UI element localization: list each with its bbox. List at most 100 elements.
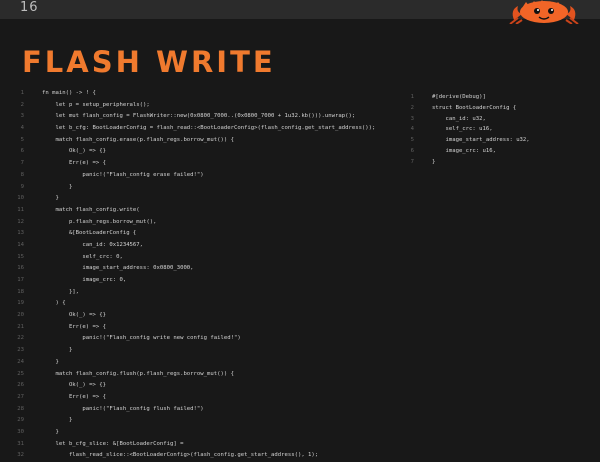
- code-line: 5 image_start_address: u32,: [405, 135, 530, 146]
- line-number: 16: [17, 265, 24, 272]
- code-line: 11 match flash_config.write(: [15, 205, 375, 217]
- code-text: Err(e) => {: [42, 323, 106, 330]
- code-line: 6 image_crc: u16,: [405, 146, 530, 157]
- line-number: 12: [17, 218, 24, 225]
- code-text: }: [42, 195, 59, 202]
- code-text: }: [42, 358, 59, 365]
- slide-title: FLASH WRITE: [22, 45, 276, 79]
- code-line: 5 match flash_config.erase(p.flash_regs.…: [15, 135, 375, 147]
- code-line: 31 let b_cfg_slice: &[BootLoaderConfig] …: [15, 439, 375, 451]
- line-number: 8: [20, 171, 24, 178]
- code-text: image_crc: 0,: [42, 277, 127, 283]
- code-line: 7}: [405, 157, 530, 168]
- code-line: 23 }: [15, 345, 375, 357]
- code-line: 15 self_crc: 0,: [15, 252, 375, 264]
- line-number: 24: [17, 358, 24, 365]
- code-text: can_id: u32,: [432, 115, 486, 122]
- line-number: 6: [20, 148, 24, 155]
- code-text: }],: [42, 288, 80, 295]
- line-number: 9: [20, 183, 24, 190]
- code-line: 30 }: [15, 427, 375, 439]
- code-text: self_crc: 0,: [42, 253, 123, 260]
- code-line: 27 Err(e) => {: [15, 392, 375, 404]
- code-text: match flash_config.flush(p.flash_regs.bo…: [42, 370, 234, 377]
- line-number: 13: [17, 230, 24, 237]
- code-block-struct: 1 #[derive(Debug)] 2 struct BootLoaderConfi…: [405, 92, 530, 168]
- code-line: 1 #[derive(Debug)]: [405, 92, 530, 103]
- code-line: 22 panic!("Flash_config write new config…: [15, 333, 375, 345]
- code-line: 24 }: [15, 357, 375, 369]
- line-number: 29: [17, 417, 24, 424]
- line-number: 18: [17, 288, 24, 295]
- code-line: 18 }],: [15, 287, 375, 299]
- code-line: 10 }: [15, 193, 375, 205]
- line-number: 23: [17, 347, 24, 354]
- code-text: &[BootLoaderConfig {: [42, 230, 137, 237]
- line-number: 5: [410, 137, 414, 144]
- code-line: 29 }: [15, 415, 375, 427]
- line-number: 14: [17, 241, 24, 248]
- code-text: }: [42, 183, 73, 190]
- line-number: 21: [17, 323, 24, 330]
- code-text: image_crc: u16,: [432, 147, 496, 154]
- code-text: match flash_config.write(: [42, 206, 140, 213]
- line-number: 32: [17, 452, 24, 459]
- code-text: fn main() -> ! {: [42, 90, 96, 96]
- code-text: Ok(_) => {}: [42, 148, 106, 155]
- line-number: 15: [17, 253, 24, 260]
- code-line: 7 Err(e) => {: [15, 158, 375, 170]
- code-text: panic!("Flash_config flush failed!"): [42, 405, 204, 412]
- line-number: 28: [17, 405, 24, 412]
- line-number: 3: [410, 115, 414, 122]
- line-number: 26: [17, 382, 24, 389]
- line-number: 20: [17, 312, 24, 319]
- ferris-crab-icon: [509, 0, 579, 24]
- code-line: 4 self_crc: u16,: [405, 124, 530, 135]
- line-number: 5: [20, 136, 24, 143]
- line-number: 6: [410, 147, 414, 154]
- code-line: 9 }: [15, 182, 375, 194]
- code-line: 3 can_id: u32,: [405, 114, 530, 125]
- line-number: 7: [20, 160, 24, 167]
- code-line: 14 can_id: 0x1234567,: [15, 240, 375, 252]
- code-line: 21 Err(e) => {: [15, 322, 375, 334]
- code-line: 2 struct BootLoaderConfig {: [405, 103, 530, 114]
- code-text: #[derive(Debug)]: [432, 94, 486, 100]
- code-text: image_start_address: 0x0800_3000,: [42, 265, 194, 272]
- code-text: Ok(_) => {}: [42, 312, 106, 319]
- code-line: 25 match flash_config.flush(p.flash_regs…: [15, 369, 375, 381]
- line-number: 11: [17, 206, 24, 213]
- code-text: Err(e) => {: [42, 160, 106, 167]
- code-text: let mut flash_config = FlashWriter::new(…: [42, 113, 356, 120]
- line-number: 7: [410, 158, 414, 165]
- code-text: self_crc: u16,: [432, 126, 493, 133]
- line-number: 17: [17, 277, 24, 283]
- code-line: 17 image_crc: 0,: [15, 275, 375, 287]
- code-line: 3 let mut flash_config = FlashWriter::ne…: [15, 111, 375, 123]
- code-line: 28 panic!("Flash_config flush failed!"): [15, 404, 375, 416]
- line-number: 19: [17, 300, 24, 307]
- code-text: struct BootLoaderConfig {: [432, 104, 517, 111]
- line-number: 30: [17, 428, 24, 435]
- line-number: 27: [17, 393, 24, 400]
- code-line: 32 flash_read_slice::<BootLoaderConfig>(…: [15, 450, 375, 462]
- line-number: 2: [20, 101, 24, 108]
- line-number: 31: [17, 440, 24, 447]
- line-number: 3: [20, 113, 24, 120]
- code-text: }: [432, 158, 436, 165]
- code-block-main: 1 fn main() -> ! {2 let p = setup_periphe…: [15, 88, 375, 462]
- code-text: p.flash_regs.borrow_mut(),: [42, 218, 157, 225]
- code-line: 6 Ok(_) => {}: [15, 146, 375, 158]
- line-number: 10: [17, 195, 24, 202]
- page-number: 16: [20, 0, 39, 15]
- code-line: 19 ) {: [15, 298, 375, 310]
- code-text: Err(e) => {: [42, 393, 106, 400]
- line-number: 4: [20, 125, 24, 132]
- code-line: 1 fn main() -> ! {: [15, 88, 375, 100]
- line-number: 22: [17, 335, 24, 342]
- code-line: 4 let b_cfg: BootLoaderConfig = flash_re…: [15, 123, 376, 135]
- code-text: let p = setup_peripherals();: [42, 101, 150, 108]
- code-text: panic!("Flash_config erase failed!"): [42, 171, 204, 178]
- code-line: 20 Ok(_) => {}: [15, 310, 375, 322]
- code-text: can_id: 0x1234567,: [42, 241, 144, 248]
